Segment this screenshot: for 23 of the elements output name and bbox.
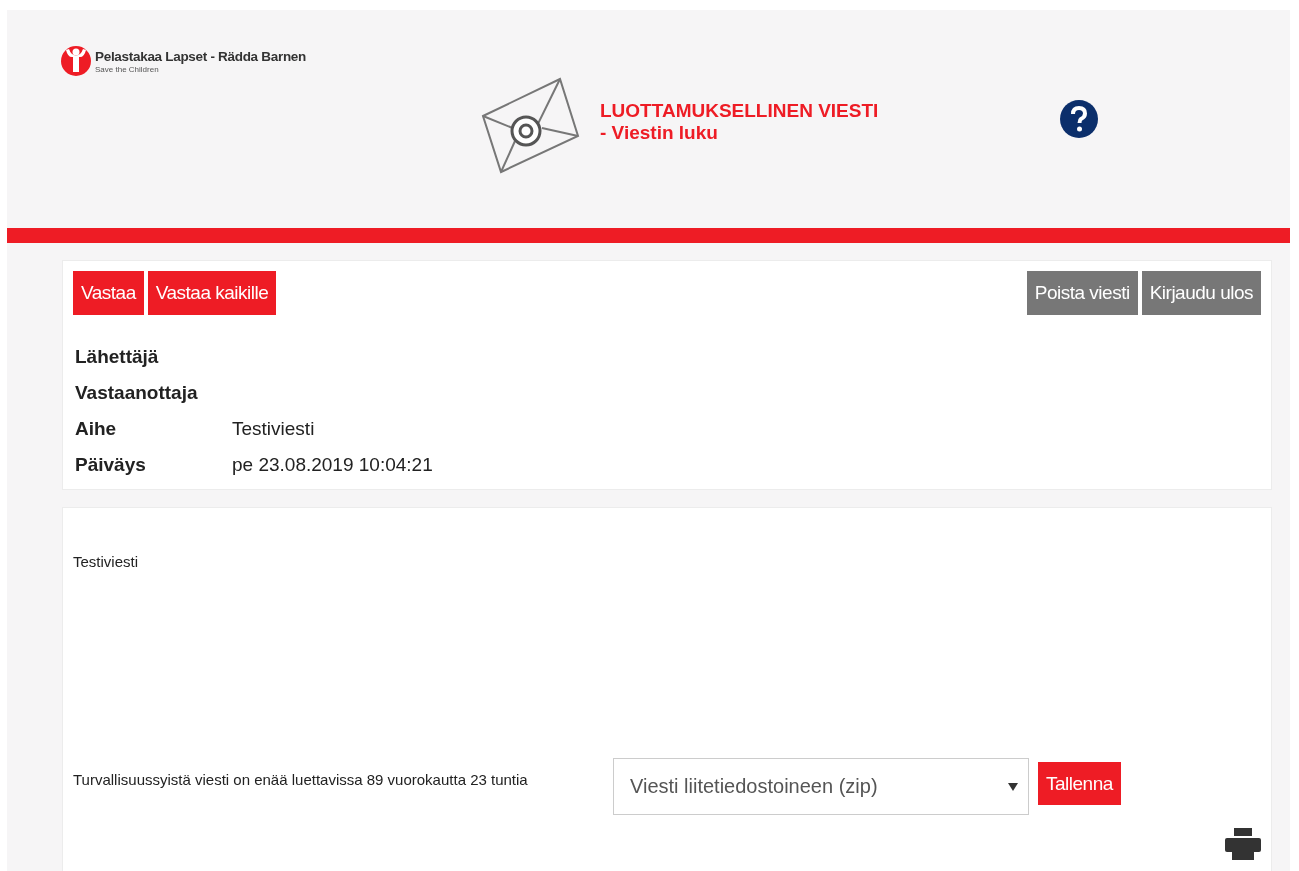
help-icon[interactable] (1060, 100, 1098, 138)
field-value: Testiviesti (232, 417, 316, 441)
print-icon[interactable] (1225, 828, 1261, 860)
save-button[interactable]: Tallenna (1038, 762, 1121, 805)
field-label: Aihe (75, 417, 118, 441)
field-value: pe 23.08.2019 10:04:21 (232, 453, 434, 477)
dropdown-arrow-icon (1008, 782, 1018, 791)
page-subtitle: - Viestin luku (600, 122, 719, 144)
field-label: Päiväys (75, 453, 147, 477)
expiry-note: Turvallisuussyistä viesti on enää luettavissa 89 vuorokautta 23 tuntia (73, 771, 529, 789)
action-button[interactable]: Kirjaudu ulos (1141, 271, 1261, 315)
message-text: Testiviesti (73, 553, 139, 570)
envelope-icon (480, 76, 580, 176)
reply-button[interactable]: Vastaa (73, 271, 144, 315)
field-label: Lähettäjä (75, 345, 160, 369)
field-label: Vastaanottaja (75, 381, 199, 405)
logo-tagline: Save the Children (95, 65, 160, 74)
reply-button[interactable]: Vastaa kaikille (147, 271, 277, 315)
action-button[interactable]: Poista viesti (1026, 271, 1138, 315)
download-select[interactable]: Viesti liitetiedostoineen (zip) (613, 758, 1029, 815)
page-title: LUOTTAMUKSELLINEN VIESTI (600, 100, 880, 122)
logo-name: Pelastakaa Lapset - Rädda Barnen (95, 49, 306, 65)
child-logo-icon (60, 44, 92, 78)
